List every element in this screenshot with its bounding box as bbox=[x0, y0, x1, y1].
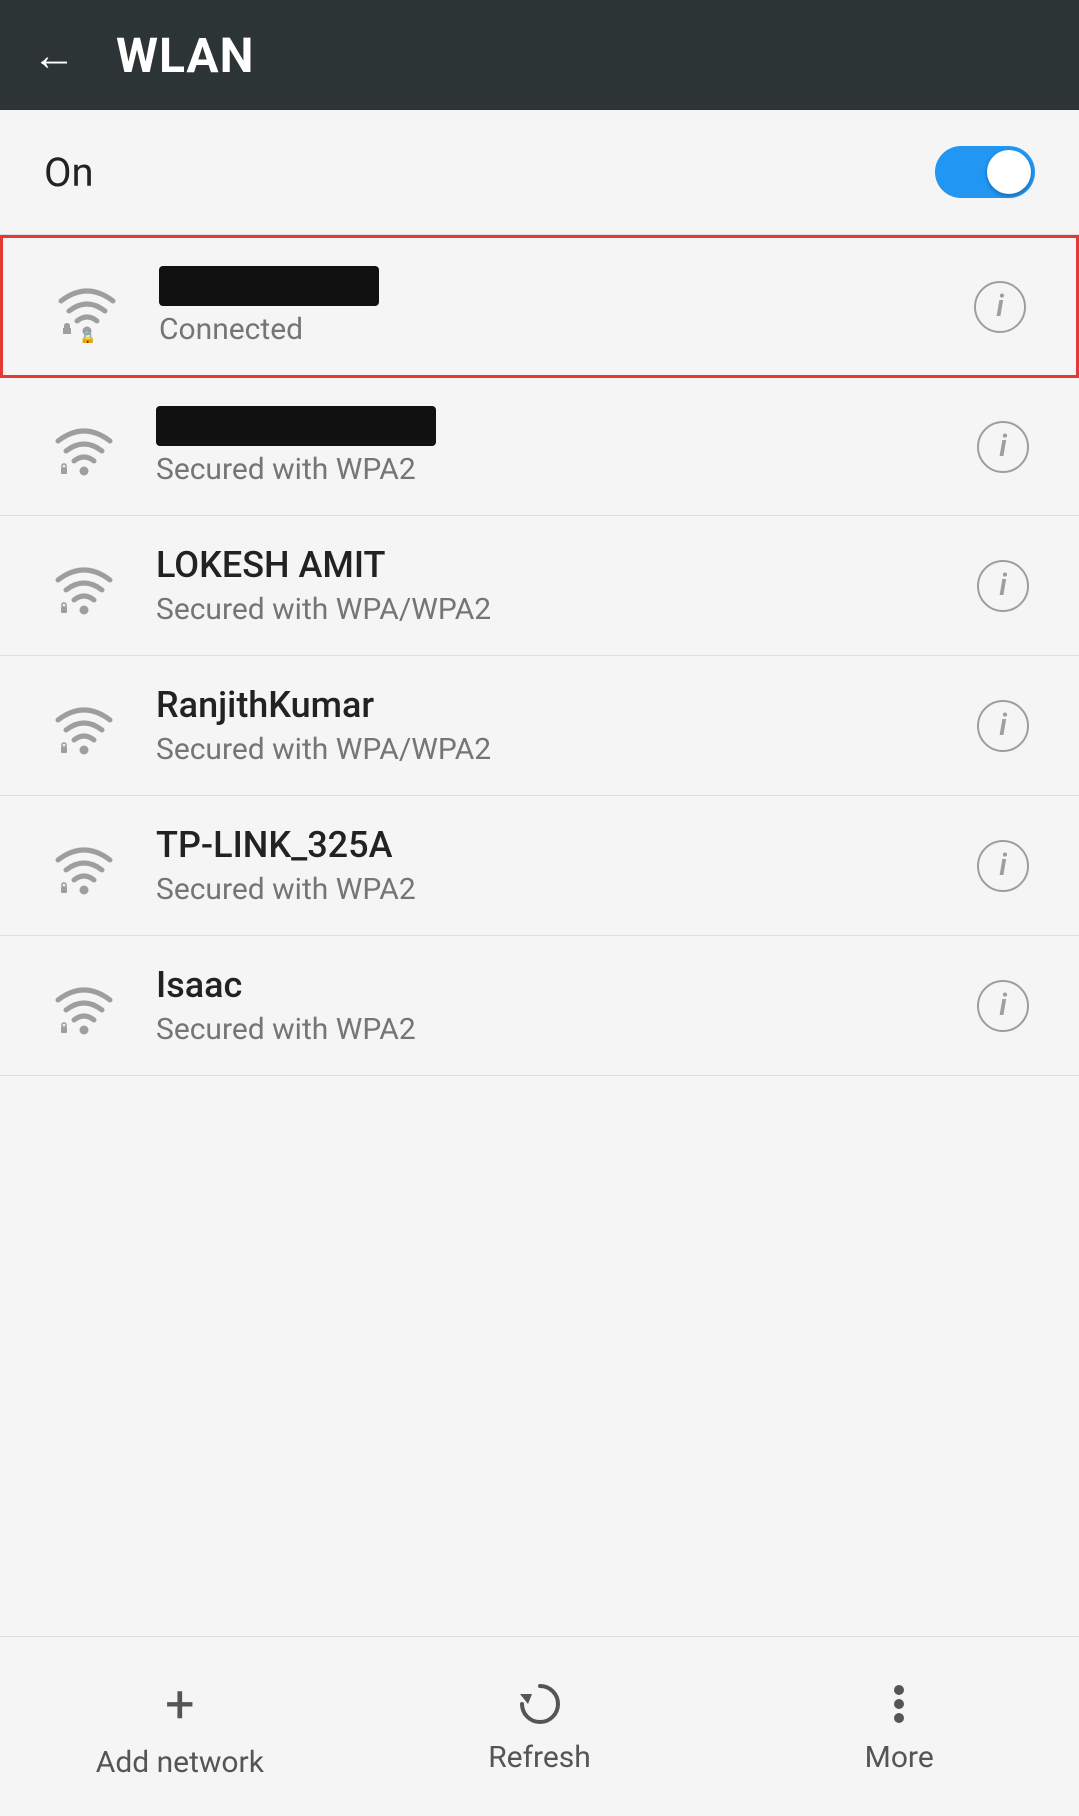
tplink-network-status: Secured with WPA2 bbox=[156, 872, 971, 907]
connected-network-info-button[interactable]: i bbox=[968, 275, 1032, 339]
add-network-button[interactable]: + Add network bbox=[0, 1674, 360, 1780]
network-item-isaac[interactable]: Isaac Secured with WPA2 i bbox=[0, 936, 1079, 1076]
tplink-info-button[interactable]: i bbox=[971, 834, 1035, 898]
wifi-icon-ranjith bbox=[44, 686, 124, 766]
add-network-icon: + bbox=[165, 1674, 195, 1735]
info-icon-tplink: i bbox=[977, 840, 1029, 892]
wifi-signal-icon-lokesh bbox=[48, 550, 120, 622]
network-2-info-button[interactable]: i bbox=[971, 415, 1035, 479]
network-item-lokesh[interactable]: LOKESH AMIT Secured with WPA/WPA2 i bbox=[0, 516, 1079, 656]
lokesh-network-info: LOKESH AMIT Secured with WPA/WPA2 bbox=[156, 544, 971, 627]
ranjith-network-info: RanjithKumar Secured with WPA/WPA2 bbox=[156, 684, 971, 767]
ranjith-info-button[interactable]: i bbox=[971, 694, 1035, 758]
network-item-tplink[interactable]: TP-LINK_325A Secured with WPA2 i bbox=[0, 796, 1079, 936]
network-item-2[interactable]: Secured with WPA2 i bbox=[0, 378, 1079, 516]
wifi-icon-tplink bbox=[44, 826, 124, 906]
refresh-button[interactable]: Refresh bbox=[360, 1678, 720, 1775]
connected-network-info: Connected bbox=[159, 266, 968, 347]
info-icon: i bbox=[974, 281, 1026, 333]
isaac-network-info: Isaac Secured with WPA2 bbox=[156, 964, 971, 1047]
lokesh-network-name: LOKESH AMIT bbox=[156, 544, 971, 586]
ranjith-network-status: Secured with WPA/WPA2 bbox=[156, 732, 971, 767]
add-network-label: Add network bbox=[96, 1745, 264, 1780]
network-2-status: Secured with WPA2 bbox=[156, 452, 971, 487]
connected-network-status: Connected bbox=[159, 312, 968, 347]
tplink-network-info: TP-LINK_325A Secured with WPA2 bbox=[156, 824, 971, 907]
network-list: 🔒 Connected i bbox=[0, 235, 1079, 1636]
lokesh-network-status: Secured with WPA/WPA2 bbox=[156, 592, 971, 627]
wifi-signal-icon-tplink bbox=[48, 830, 120, 902]
wifi-signal-icon-2 bbox=[48, 411, 120, 483]
more-icon bbox=[873, 1678, 925, 1730]
isaac-network-name: Isaac bbox=[156, 964, 971, 1006]
svg-text:🔒: 🔒 bbox=[79, 330, 96, 343]
wifi-toggle-label: On bbox=[44, 149, 94, 196]
page-title: WLAN bbox=[116, 27, 255, 84]
wifi-signal-icon: 🔒 bbox=[51, 271, 123, 343]
tplink-network-name: TP-LINK_325A bbox=[156, 824, 971, 866]
wifi-toggle-row: On bbox=[0, 110, 1079, 235]
wifi-icon-lokesh bbox=[44, 546, 124, 626]
wifi-signal-icon-isaac bbox=[48, 970, 120, 1042]
network-item-connected[interactable]: 🔒 Connected i bbox=[0, 235, 1079, 378]
more-button[interactable]: More bbox=[719, 1678, 1079, 1775]
lokesh-info-button[interactable]: i bbox=[971, 554, 1035, 618]
wifi-icon-2 bbox=[44, 407, 124, 487]
isaac-network-status: Secured with WPA2 bbox=[156, 1012, 971, 1047]
wifi-toggle-switch[interactable] bbox=[935, 146, 1035, 198]
back-button[interactable]: ← bbox=[32, 29, 76, 81]
more-label: More bbox=[865, 1740, 934, 1775]
wifi-signal-icon-ranjith bbox=[48, 690, 120, 762]
info-icon-ranjith: i bbox=[977, 700, 1029, 752]
info-icon-isaac: i bbox=[977, 980, 1029, 1032]
isaac-info-button[interactable]: i bbox=[971, 974, 1035, 1038]
refresh-label: Refresh bbox=[488, 1740, 591, 1775]
info-icon-2: i bbox=[977, 421, 1029, 473]
wifi-icon-isaac bbox=[44, 966, 124, 1046]
toggle-knob bbox=[987, 150, 1031, 194]
ranjith-network-name: RanjithKumar bbox=[156, 684, 971, 726]
network-item-ranjith[interactable]: RanjithKumar Secured with WPA/WPA2 i bbox=[0, 656, 1079, 796]
bottom-action-bar: + Add network Refresh More bbox=[0, 1636, 1079, 1816]
network-2-name bbox=[156, 406, 436, 446]
refresh-icon bbox=[514, 1678, 566, 1730]
wifi-icon-connected: 🔒 bbox=[47, 267, 127, 347]
app-header: ← WLAN bbox=[0, 0, 1079, 110]
network-2-info: Secured with WPA2 bbox=[156, 406, 971, 487]
info-icon-lokesh: i bbox=[977, 560, 1029, 612]
connected-network-name bbox=[159, 266, 379, 306]
